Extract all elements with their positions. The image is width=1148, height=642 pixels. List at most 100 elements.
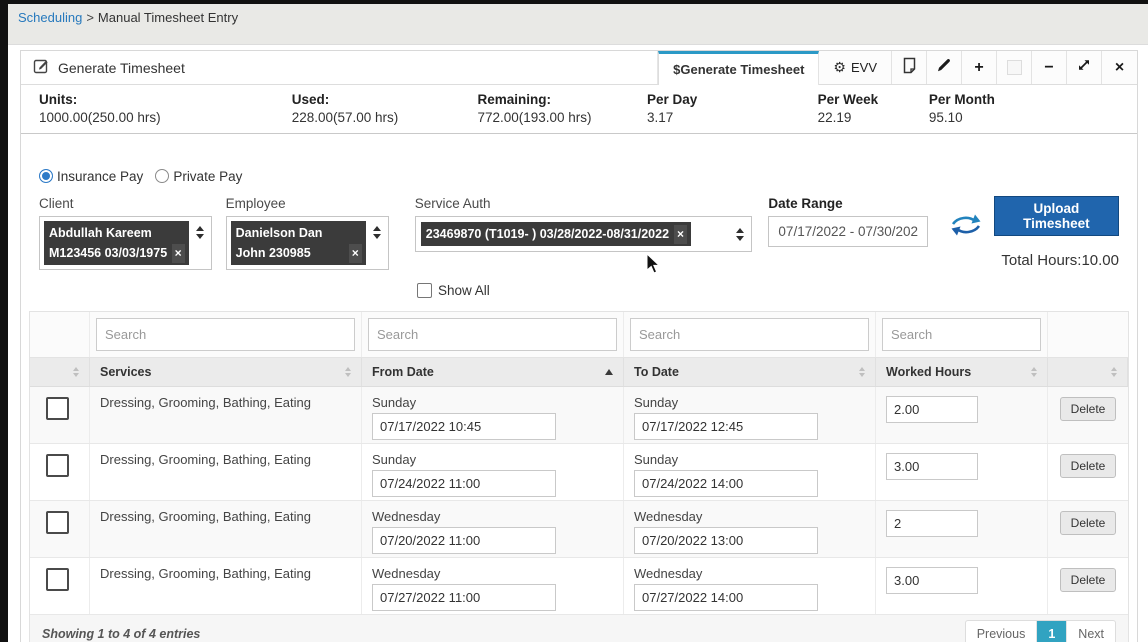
header-to-date[interactable]: To Date [624, 358, 876, 386]
delete-button[interactable]: Delete [1060, 568, 1117, 592]
sort-icon [73, 367, 79, 377]
from-date-input[interactable] [372, 470, 556, 497]
stat-per-week-value: 22.19 [818, 110, 929, 125]
from-day-label: Sunday [372, 452, 613, 467]
services-value: Dressing, Grooming, Bathing, Eating [100, 395, 311, 410]
breadcrumb-link-scheduling[interactable]: Scheduling [18, 10, 82, 25]
header-to-date-label: To Date [634, 365, 679, 379]
header-worked-hours[interactable]: Worked Hours [876, 358, 1048, 386]
note-button[interactable] [892, 51, 927, 84]
timesheet-table: Services From Date To Date Worked Hours … [29, 311, 1129, 642]
from-date-input[interactable] [372, 413, 556, 440]
worked-hours-input[interactable] [886, 510, 978, 537]
page-1-button[interactable]: 1 [1037, 621, 1067, 642]
search-cell-empty [30, 312, 90, 357]
previous-page-button[interactable]: Previous [966, 621, 1038, 642]
row-checkbox[interactable] [46, 568, 69, 591]
edit-entry-button[interactable] [927, 51, 962, 84]
employee-tag-remove-icon[interactable]: × [349, 244, 362, 263]
delete-button[interactable]: Delete [1060, 454, 1117, 478]
screen-edge-top [0, 0, 1148, 4]
header-select-column[interactable] [30, 358, 90, 386]
client-tag-remove-icon[interactable]: × [172, 244, 185, 263]
to-date-input[interactable] [634, 470, 818, 497]
tab-generate-timesheet[interactable]: $Generate Timesheet [658, 51, 819, 85]
box-icon [1007, 60, 1022, 75]
header-from-date[interactable]: From Date [362, 358, 624, 386]
stat-per-week: Per Week 22.19 [818, 92, 929, 125]
header-services[interactable]: Services [90, 358, 362, 386]
from-date-input[interactable] [372, 527, 556, 554]
total-hours: Total Hours:10.00 [1001, 252, 1119, 269]
client-tag-text: Abdullah Kareem M123456 03/03/1975 [49, 226, 167, 260]
expand-button[interactable] [1067, 51, 1102, 84]
worked-hours-input[interactable] [886, 567, 978, 594]
delete-button[interactable]: Delete [1060, 511, 1117, 535]
header-actions[interactable] [1048, 358, 1128, 386]
row-checkbox[interactable] [46, 397, 69, 420]
table-row: Dressing, Grooming, Bathing, Eating Sund… [30, 444, 1128, 501]
to-day-label: Sunday [634, 452, 865, 467]
sync-icon[interactable] [950, 214, 982, 241]
next-page-button[interactable]: Next [1067, 621, 1115, 642]
filter-form-row: Client Abdullah Kareem M123456 03/03/197… [39, 196, 1119, 270]
service-auth-label: Service Auth [415, 196, 753, 211]
evv-icon: ⚙ [833, 59, 846, 76]
entries-summary: Showing 1 to 4 of 4 entries [42, 627, 200, 641]
mouse-cursor [646, 253, 662, 275]
screen-edge-left [0, 0, 8, 642]
to-day-label: Sunday [634, 395, 865, 410]
service-auth-spinner-icon[interactable] [736, 228, 744, 241]
pay-type-radios: Insurance Pay Private Pay [39, 164, 1119, 188]
service-auth-tag: 23469870 (T1019- ) 03/28/2022-08/31/2022… [421, 222, 691, 246]
row-checkbox[interactable] [46, 511, 69, 534]
sort-icon [345, 367, 351, 377]
row-checkbox[interactable] [46, 454, 69, 477]
header-worked-hours-label: Worked Hours [886, 365, 971, 379]
add-button[interactable]: + [962, 51, 997, 84]
stat-used-value: 228.00(57.00 hrs) [292, 110, 478, 125]
upload-area: Upload Timesheet Total Hours:10.00 [994, 196, 1119, 269]
client-field: Client Abdullah Kareem M123456 03/03/197… [39, 196, 212, 270]
service-auth-select[interactable]: 23469870 (T1019- ) 03/28/2022-08/31/2022… [415, 216, 753, 252]
employee-spinner-icon[interactable] [373, 226, 381, 239]
minimize-button[interactable]: − [1032, 51, 1067, 84]
from-date-input[interactable] [372, 584, 556, 611]
from-day-label: Sunday [372, 395, 613, 410]
stats-bar: Units: 1000.00(250.00 hrs) Used: 228.00(… [21, 85, 1137, 134]
service-auth-tag-remove-icon[interactable]: × [674, 225, 687, 244]
stat-remaining-value: 772.00(193.00 hrs) [477, 110, 647, 125]
date-range-input[interactable] [768, 216, 927, 247]
tab-evv[interactable]: ⚙ EVV [819, 51, 892, 84]
private-pay-radio[interactable] [155, 169, 169, 183]
from-date-search-input[interactable] [368, 318, 617, 351]
delete-button[interactable]: Delete [1060, 397, 1117, 421]
to-date-search-input[interactable] [630, 318, 869, 351]
upload-timesheet-button[interactable]: Upload Timesheet [994, 196, 1119, 236]
date-range-label: Date Range [768, 196, 927, 211]
services-search-input[interactable] [96, 318, 355, 351]
worked-hours-input[interactable] [886, 396, 978, 423]
table-header-row: Services From Date To Date Worked Hours [30, 358, 1128, 387]
table-row: Dressing, Grooming, Bathing, Eating Wedn… [30, 558, 1128, 615]
client-select[interactable]: Abdullah Kareem M123456 03/03/1975 × [39, 216, 212, 270]
tab-generate-label: $Generate Timesheet [673, 62, 804, 77]
employee-tag-text: Danielson Dan John 230985 [236, 226, 323, 260]
table-search-row [30, 312, 1128, 358]
collapse-box-button[interactable] [997, 51, 1032, 84]
close-button[interactable]: × [1102, 51, 1137, 84]
service-auth-field: Service Auth 23469870 (T1019- ) 03/28/20… [415, 196, 753, 252]
private-pay-label: Private Pay [173, 169, 242, 184]
to-date-input[interactable] [634, 584, 818, 611]
employee-field: Employee Danielson Dan John 230985 × [226, 196, 389, 270]
to-date-input[interactable] [634, 413, 818, 440]
employee-select[interactable]: Danielson Dan John 230985 × [226, 216, 389, 270]
show-all-checkbox[interactable] [417, 283, 432, 298]
client-spinner-icon[interactable] [196, 226, 204, 239]
search-cell-empty-last [1048, 312, 1128, 357]
insurance-pay-radio[interactable] [39, 169, 53, 183]
to-date-input[interactable] [634, 527, 818, 554]
worked-hours-input[interactable] [886, 453, 978, 480]
worked-hours-search-input[interactable] [882, 318, 1041, 351]
stat-per-day: Per Day 3.17 [647, 92, 818, 125]
